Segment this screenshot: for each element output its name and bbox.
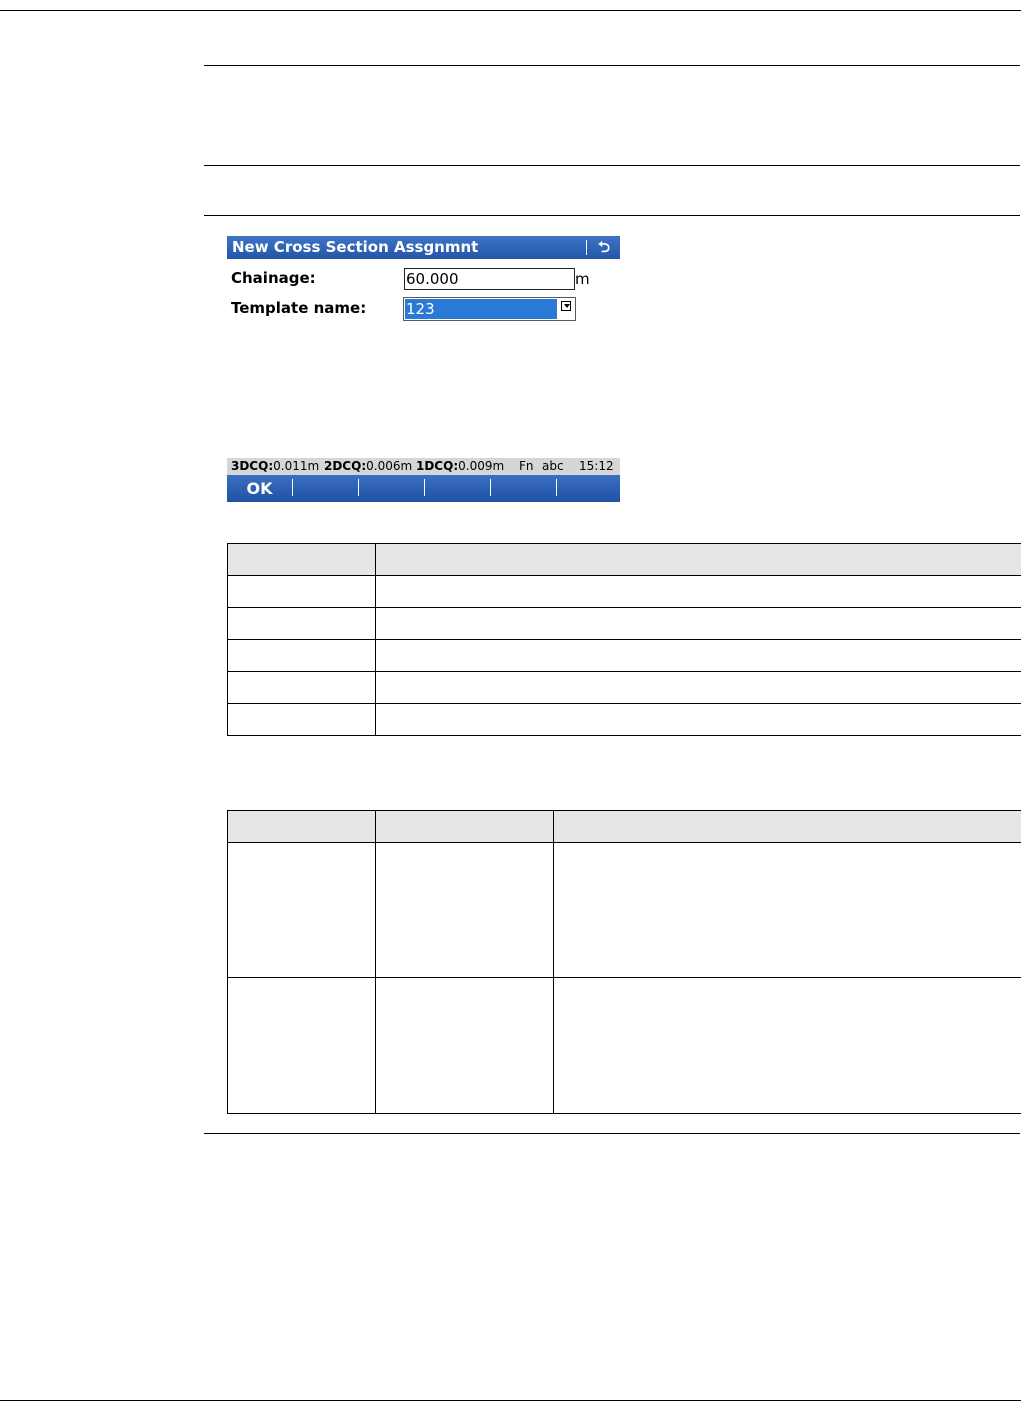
page-bottom-rule (0, 1400, 1021, 1401)
table-header-row (227, 810, 1021, 843)
table-cell (375, 607, 1021, 640)
section-rule-4 (204, 1133, 1020, 1134)
quality-1d: 1DCQ:0.009m (416, 459, 505, 473)
table-row (227, 977, 1021, 1114)
table-row (227, 607, 1021, 640)
table-cell (375, 671, 1021, 704)
title-bar: New Cross Section Assgnmnt ⮌ (227, 236, 620, 259)
table-cell (227, 607, 376, 640)
section-rule-3 (204, 215, 1020, 216)
dialog-title: New Cross Section Assgnmnt (232, 238, 479, 256)
table-cell (375, 575, 1021, 608)
table-cell (375, 703, 1021, 736)
template-name-value: 123 (405, 299, 557, 319)
table-header-row (227, 543, 1021, 576)
table-cell (375, 842, 554, 978)
table-cell (375, 639, 1021, 672)
table-cell (553, 977, 1021, 1114)
quality-3d: 3DCQ:0.011m (231, 459, 320, 473)
table-row (227, 639, 1021, 672)
return-icon[interactable]: ⮌ (593, 236, 615, 259)
status-bar: 3DCQ:0.011m 2DCQ:0.006m 1DCQ:0.009m Fn a… (227, 458, 620, 475)
quality-2d: 2DCQ:0.006m (324, 459, 413, 473)
page-top-rule (0, 10, 1021, 11)
clock: 15:12 (579, 459, 614, 473)
table-header-cell (375, 810, 554, 843)
table-cell (227, 977, 376, 1114)
template-name-label: Template name: (231, 299, 367, 317)
table-row (227, 703, 1021, 736)
fn-indicator: Fn (519, 459, 534, 473)
table-row (227, 575, 1021, 608)
softkey-5[interactable] (491, 475, 556, 502)
softkey-6[interactable] (557, 475, 620, 502)
section-rule-2 (204, 165, 1020, 166)
table-header-cell (553, 810, 1021, 843)
table-row (227, 671, 1021, 704)
dropdown-arrow-icon[interactable] (560, 301, 572, 315)
input-mode-indicator: abc (542, 459, 564, 473)
softkey-table (227, 543, 1021, 736)
softkey-2[interactable] (293, 475, 358, 502)
template-name-select[interactable]: 123 (403, 297, 576, 321)
table-header-cell (227, 543, 376, 576)
table-cell (227, 703, 376, 736)
softkey-ok[interactable]: OK (227, 475, 292, 502)
title-separator (586, 240, 587, 255)
table-header-cell (375, 543, 1021, 576)
chainage-label: Chainage: (231, 269, 316, 287)
softkey-4[interactable] (425, 475, 490, 502)
section-rule-1 (204, 65, 1020, 66)
table-header-cell (227, 810, 376, 843)
table-cell (227, 575, 376, 608)
table-cell (553, 842, 1021, 978)
table-cell (227, 842, 376, 978)
table-cell (227, 671, 376, 704)
chainage-unit: m (575, 270, 590, 288)
softkey-3[interactable] (359, 475, 424, 502)
softkey-bar: OK (227, 475, 620, 502)
chainage-input[interactable]: 60.000 (404, 268, 575, 290)
table-cell (375, 977, 554, 1114)
field-description-table (227, 810, 1021, 1114)
device-screen: New Cross Section Assgnmnt ⮌ Chainage: 6… (227, 236, 620, 502)
table-cell (227, 639, 376, 672)
dropdown-arrow-glyph (561, 301, 571, 311)
table-row (227, 842, 1021, 978)
